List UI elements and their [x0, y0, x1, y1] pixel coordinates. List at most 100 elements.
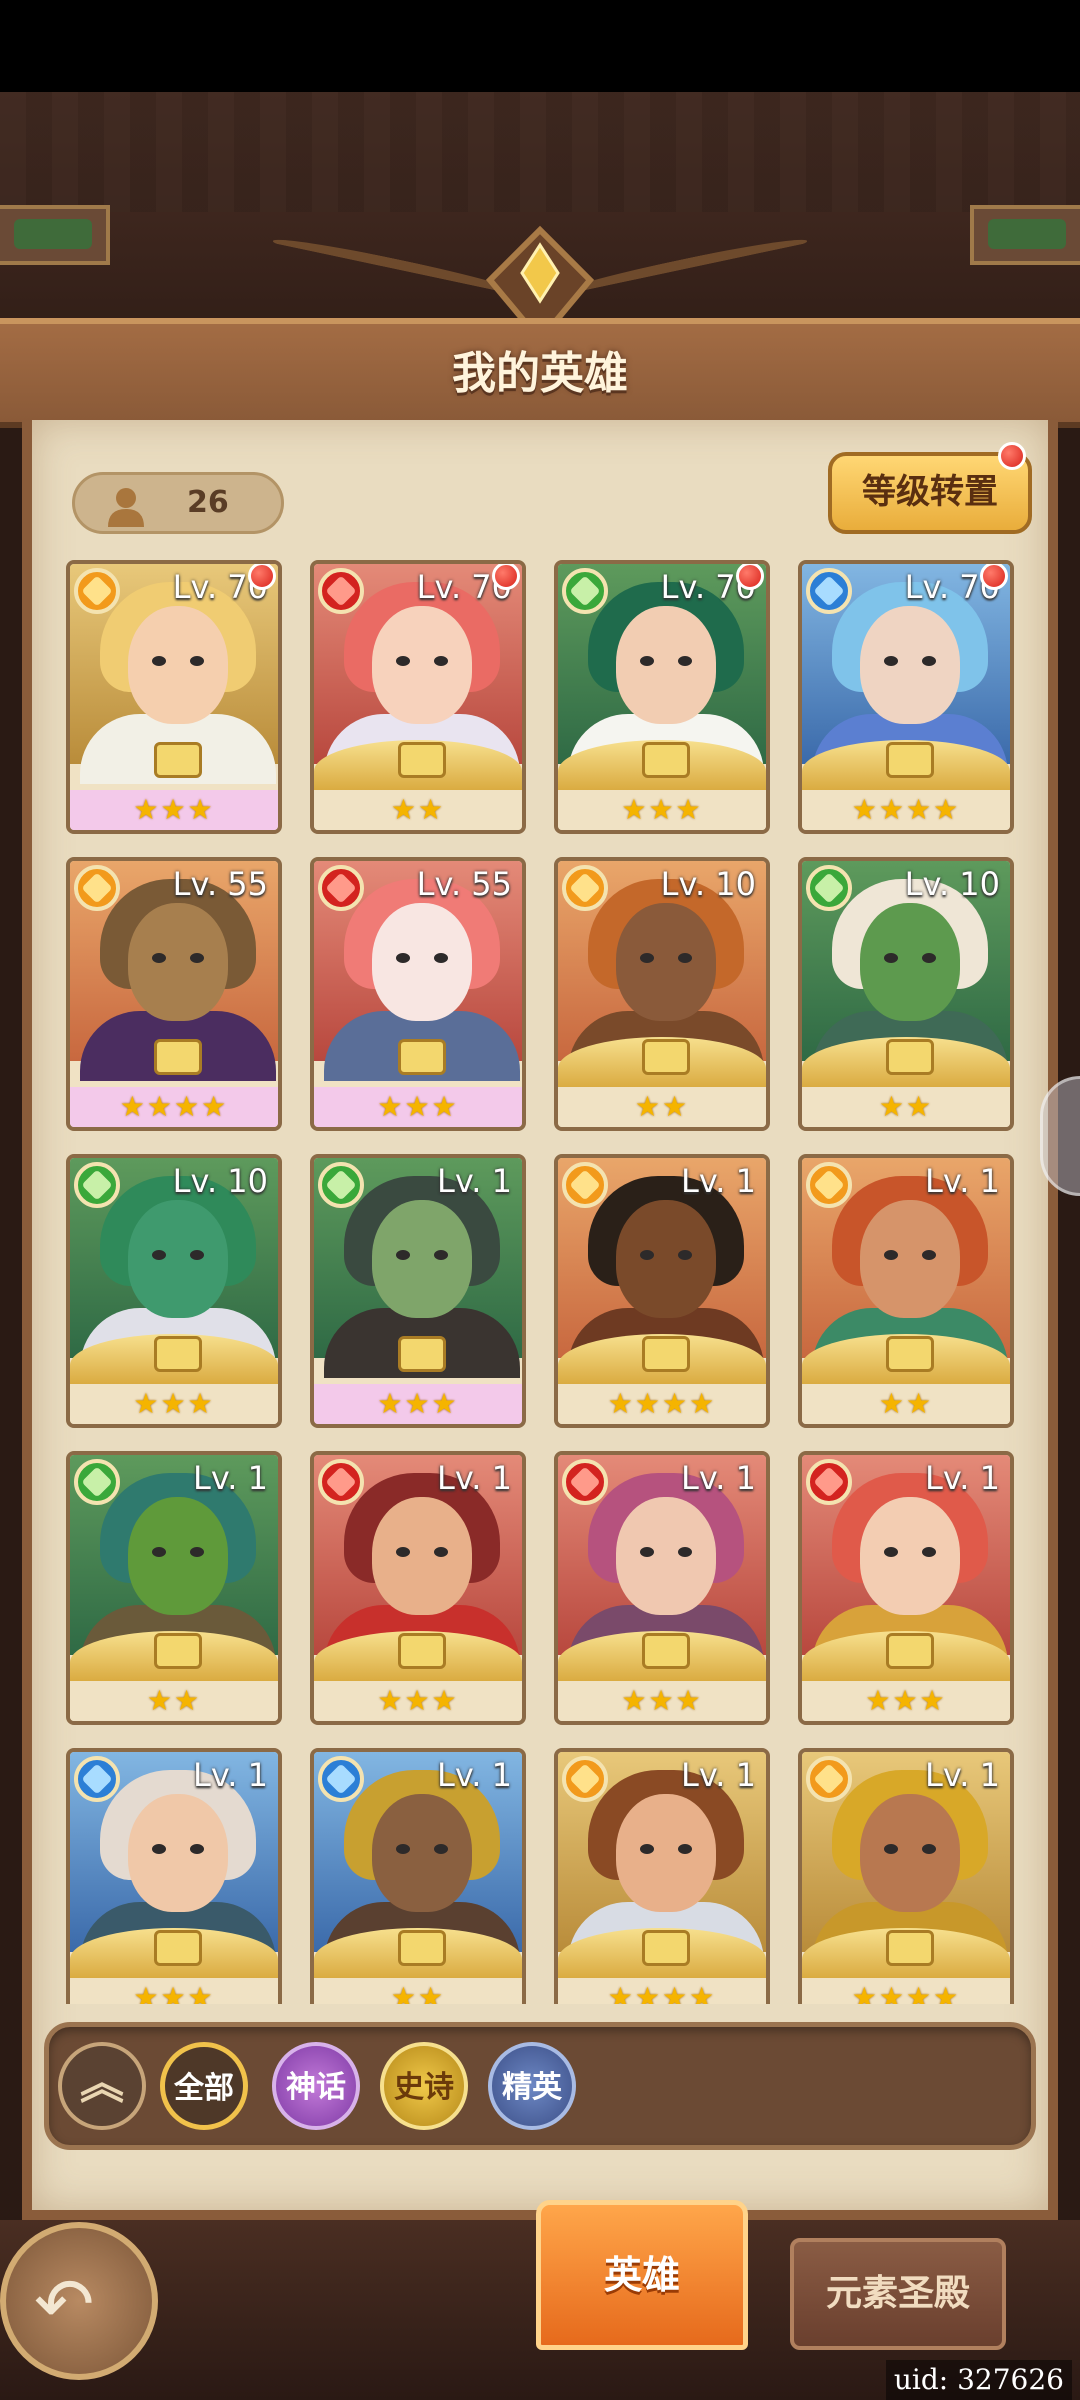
- hero-stars: ★★: [390, 1981, 446, 2005]
- hero-eye: [434, 1547, 448, 1557]
- hero-stars: ★★★: [377, 1090, 459, 1123]
- filter-all-button[interactable]: 全部: [160, 2042, 248, 2130]
- filter-myth-button[interactable]: 神话: [272, 2042, 360, 2130]
- filter-elite-button[interactable]: 精英: [488, 2042, 576, 2130]
- hero-eye: [190, 953, 204, 963]
- element-gem: [813, 872, 845, 904]
- hero-level: Lv. 1: [437, 1162, 512, 1200]
- rarity-emblem-icon: [154, 1633, 202, 1669]
- hero-eye: [922, 953, 936, 963]
- red-element-icon: [318, 568, 364, 614]
- hero-card[interactable]: ★★★ Lv. 1: [66, 1748, 282, 2004]
- hero-level: Lv. 10: [172, 1162, 268, 1200]
- red-element-icon: [318, 1459, 364, 1505]
- notification-dot: [736, 564, 764, 590]
- rarity-emblem-icon: [642, 1336, 690, 1372]
- hero-stars: ★★★: [133, 1387, 215, 1420]
- tab-element-hall[interactable]: 元素圣殿: [790, 2238, 1006, 2350]
- hero-eye: [434, 656, 448, 666]
- element-gem: [325, 872, 357, 904]
- hero-card[interactable]: ★★★★ Lv. 55: [66, 857, 282, 1131]
- hero-face: [860, 606, 960, 724]
- element-gem: [325, 1763, 357, 1795]
- hero-card[interactable]: ★★★ Lv. 1: [310, 1451, 526, 1725]
- hero-face: [616, 903, 716, 1021]
- hero-stars: ★★★: [377, 1684, 459, 1717]
- element-gem: [813, 1169, 845, 1201]
- hero-card[interactable]: ★★★★ Lv. 1: [798, 1748, 1014, 2004]
- hero-eye: [640, 656, 654, 666]
- hero-card[interactable]: ★★ Lv. 1: [310, 1748, 526, 2004]
- hero-eye: [152, 1547, 166, 1557]
- hero-card[interactable]: ★★★ Lv. 1: [310, 1154, 526, 1428]
- notification-dot: [492, 564, 520, 590]
- hero-card[interactable]: ★★ Lv. 10: [798, 857, 1014, 1131]
- hero-card[interactable]: ★★★ Lv. 55: [310, 857, 526, 1131]
- hero-eye: [190, 1844, 204, 1854]
- hero-face: [372, 606, 472, 724]
- filter-epic-button[interactable]: 史诗: [380, 2042, 468, 2130]
- fire-element-icon: [806, 1162, 852, 1208]
- hero-face: [128, 1497, 228, 1615]
- hero-level: Lv. 1: [925, 1459, 1000, 1497]
- hero-stars: ★★: [390, 793, 446, 826]
- element-gem: [325, 1466, 357, 1498]
- fire-element-icon: [74, 865, 120, 911]
- hero-card[interactable]: ★★ Lv. 1: [66, 1451, 282, 1725]
- red-element-icon: [562, 1459, 608, 1505]
- back-arrow-icon: ↶: [34, 2262, 95, 2346]
- hero-stars: ★★★: [865, 1684, 947, 1717]
- hero-card[interactable]: ★★★★ Lv. 1: [554, 1154, 770, 1428]
- rarity-emblem-icon: [886, 1930, 934, 1966]
- hero-eye: [152, 656, 166, 666]
- hero-stars: ★★: [146, 1684, 202, 1717]
- rarity-emblem-icon: [886, 1633, 934, 1669]
- fire-element-icon: [806, 1756, 852, 1802]
- side-scroll-handle[interactable]: [1040, 1076, 1080, 1196]
- tab-hero[interactable]: 英雄: [536, 2200, 748, 2350]
- hero-eye: [434, 1844, 448, 1854]
- hero-card[interactable]: ★★★ Lv. 10: [66, 1154, 282, 1428]
- notification-dot: [980, 564, 1008, 590]
- rarity-emblem-icon: [642, 1930, 690, 1966]
- hero-card[interactable]: ★★ Lv. 70: [310, 560, 526, 834]
- hero-face: [372, 1497, 472, 1615]
- fire-element-icon: [562, 1162, 608, 1208]
- rarity-emblem-icon: [154, 1336, 202, 1372]
- hero-eye: [922, 1844, 936, 1854]
- hero-level: Lv. 10: [660, 865, 756, 903]
- person-icon: [108, 488, 144, 527]
- hero-eye: [922, 1250, 936, 1260]
- hero-eye: [640, 1250, 654, 1260]
- hero-eye: [678, 1250, 692, 1260]
- hero-level: Lv. 1: [437, 1756, 512, 1794]
- hero-eye: [152, 953, 166, 963]
- rarity-emblem-icon: [154, 1930, 202, 1966]
- hero-stars: ★★★: [133, 1981, 215, 2005]
- hero-card[interactable]: ★★★ Lv. 1: [798, 1451, 1014, 1725]
- hero-card[interactable]: ★★★ Lv. 70: [554, 560, 770, 834]
- hero-level: Lv. 10: [904, 865, 1000, 903]
- hero-level: Lv. 1: [193, 1756, 268, 1794]
- hero-stars: ★★★: [377, 1387, 459, 1420]
- hero-card[interactable]: ★★ Lv. 1: [798, 1154, 1014, 1428]
- hero-level: Lv. 1: [681, 1756, 756, 1794]
- right-pillar-decoration: [970, 205, 1080, 265]
- hero-card[interactable]: ★★★★ Lv. 1: [554, 1748, 770, 2004]
- hero-card[interactable]: ★★★ Lv. 70: [66, 560, 282, 834]
- wind-element-icon: [74, 1162, 120, 1208]
- page-title: 我的英雄: [452, 348, 628, 399]
- hero-card[interactable]: ★★★★ Lv. 70: [798, 560, 1014, 834]
- water-element-icon: [74, 1756, 120, 1802]
- element-gem: [569, 1763, 601, 1795]
- hero-level: Lv. 1: [437, 1459, 512, 1497]
- rarity-emblem-icon: [642, 1039, 690, 1075]
- hero-card[interactable]: ★★★ Lv. 1: [554, 1451, 770, 1725]
- element-gem: [81, 1169, 113, 1201]
- hero-stars: ★★★★: [851, 793, 961, 826]
- status-bar: [0, 0, 1080, 92]
- hero-card[interactable]: ★★ Lv. 10: [554, 857, 770, 1131]
- collapse-filter-button[interactable]: ︽: [58, 2042, 146, 2130]
- hero-eye: [678, 656, 692, 666]
- back-button[interactable]: ↶: [0, 2222, 158, 2380]
